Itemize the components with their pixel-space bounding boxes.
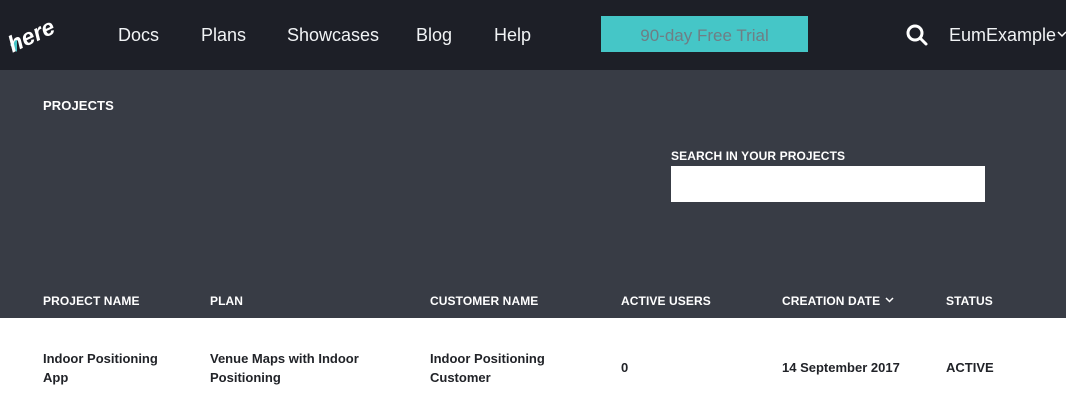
- project-name-cell[interactable]: Indoor Positioning App: [43, 349, 178, 387]
- nav-showcases-link[interactable]: Showcases: [287, 25, 379, 45]
- column-header-plan: PLAN: [210, 294, 244, 308]
- creation-date-label: CREATION DATE: [782, 294, 881, 308]
- column-header-customer-name: CUSTOMER NAME: [430, 294, 539, 308]
- column-header-active-users: ACTIVE USERS: [621, 294, 711, 308]
- table-row[interactable]: Indoor Positioning App Venue Maps with I…: [0, 318, 1066, 403]
- nav-help-link[interactable]: Help: [494, 25, 531, 45]
- chevron-down-icon: [885, 297, 894, 303]
- status-cell: ACTIVE: [946, 360, 994, 375]
- free-trial-button[interactable]: 90-day Free Trial: [601, 16, 808, 52]
- page-title: PROJECTS: [43, 98, 114, 113]
- search-icon[interactable]: [905, 23, 929, 47]
- search-input[interactable]: [671, 166, 985, 202]
- creation-date-cell: 14 September 2017: [782, 360, 900, 375]
- projects-header: PROJECTS SEARCH IN YOUR PROJECTS PROJECT…: [0, 70, 1066, 318]
- column-header-status: STATUS: [946, 294, 993, 308]
- active-users-cell: 0: [621, 360, 629, 375]
- table-header-row: PROJECT NAME PLAN CUSTOMER NAME ACTIVE U…: [0, 294, 1066, 314]
- chevron-down-icon: [1057, 31, 1066, 38]
- nav-blog-link[interactable]: Blog: [416, 25, 452, 45]
- projects-table-body: Indoor Positioning App Venue Maps with I…: [0, 318, 1066, 403]
- search-label: SEARCH IN YOUR PROJECTS: [671, 149, 846, 163]
- column-header-creation-date[interactable]: CREATION DATE: [782, 294, 894, 308]
- brand-logo[interactable]: here: [6, 12, 56, 56]
- svg-text:here: here: [6, 13, 56, 56]
- nav-plans-link[interactable]: Plans: [201, 25, 246, 45]
- customer-name-cell: Indoor Positioning Customer: [430, 351, 545, 385]
- top-navigation-bar: here Docs Plans Showcases Blog Help 90-d…: [0, 0, 1066, 70]
- nav-docs-link[interactable]: Docs: [118, 25, 159, 45]
- plan-cell: Venue Maps with Indoor Positioning: [210, 351, 359, 385]
- column-header-project-name: PROJECT NAME: [43, 294, 140, 308]
- user-name: EumExample: [949, 25, 1057, 45]
- page: here Docs Plans Showcases Blog Help 90-d…: [0, 0, 1066, 403]
- user-menu[interactable]: EumExample: [949, 25, 1066, 47]
